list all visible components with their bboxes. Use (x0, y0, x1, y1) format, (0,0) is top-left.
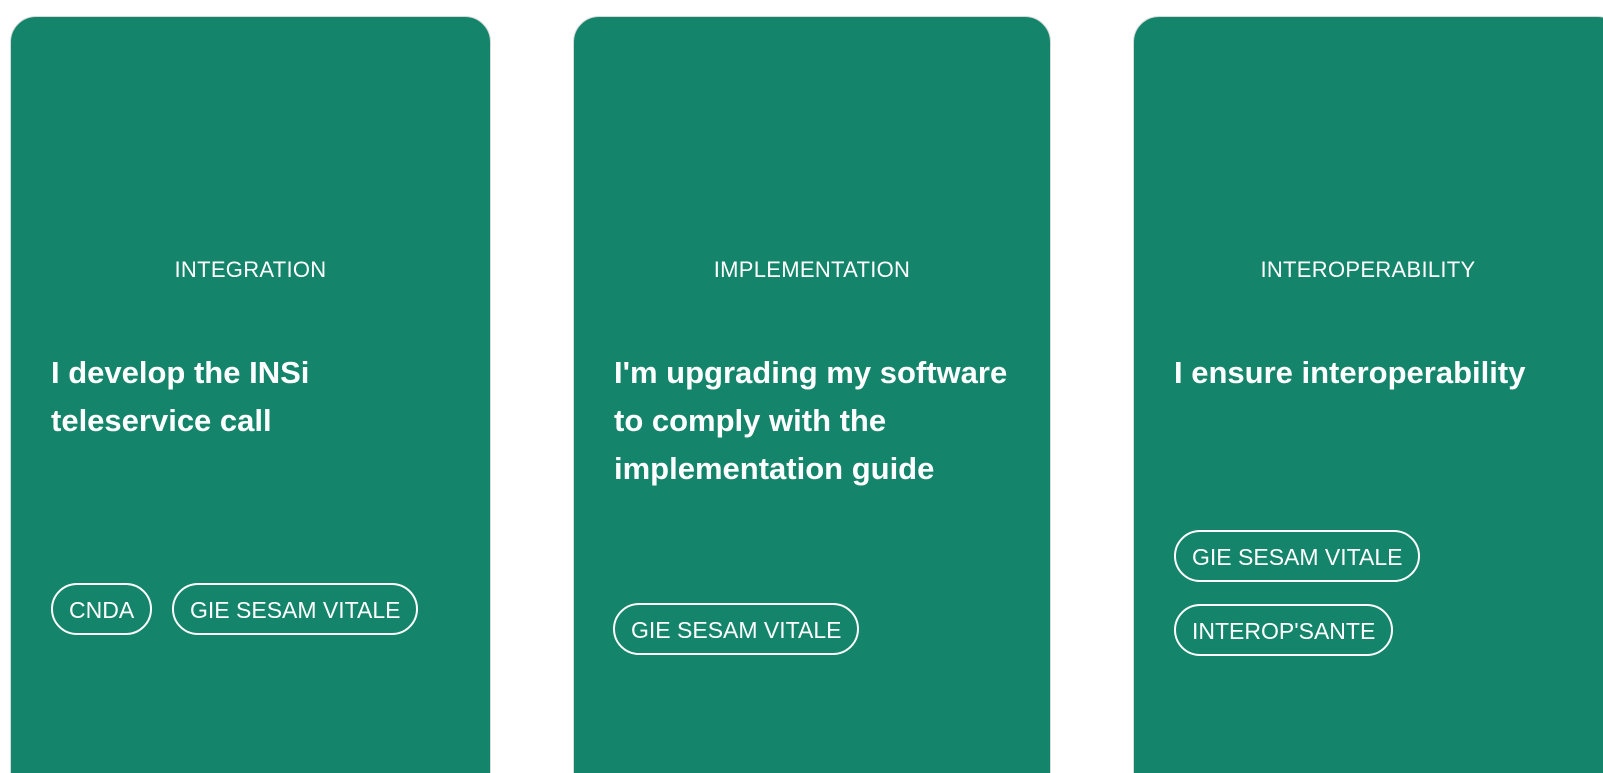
tag-cnda[interactable]: CNDA (51, 583, 153, 635)
card-category: INTEROPERABILITY (1260, 257, 1476, 282)
card-headline: I'm upgrading my software to comply with… (614, 355, 1008, 486)
tag-gie-sesam-vitale[interactable]: GIE SESAM VITALE (1174, 530, 1421, 582)
card-interoperability[interactable]: INTEROPERABILITY I ensure interoperabili… (1133, 16, 1603, 773)
card-implementation[interactable]: IMPLEMENTATION I'm upgrading my software… (573, 16, 1051, 773)
card-headline: I ensure interoperability (1174, 355, 1526, 390)
card-headline: I develop the INSi teleservice call (51, 355, 310, 438)
tag-gie-sesam-vitale[interactable]: GIE SESAM VITALE (172, 583, 419, 635)
card-integration[interactable]: INTEGRATION I develop the INSi teleservi… (10, 16, 491, 773)
tag-interop-sante[interactable]: INTEROP'SANTE (1174, 604, 1394, 656)
card-carousel: INTEGRATION I develop the INSi teleservi… (0, 0, 1603, 773)
card-category: INTEGRATION (174, 257, 327, 282)
card-category: IMPLEMENTATION (713, 257, 911, 282)
tag-gie-sesam-vitale[interactable]: GIE SESAM VITALE (613, 603, 860, 655)
